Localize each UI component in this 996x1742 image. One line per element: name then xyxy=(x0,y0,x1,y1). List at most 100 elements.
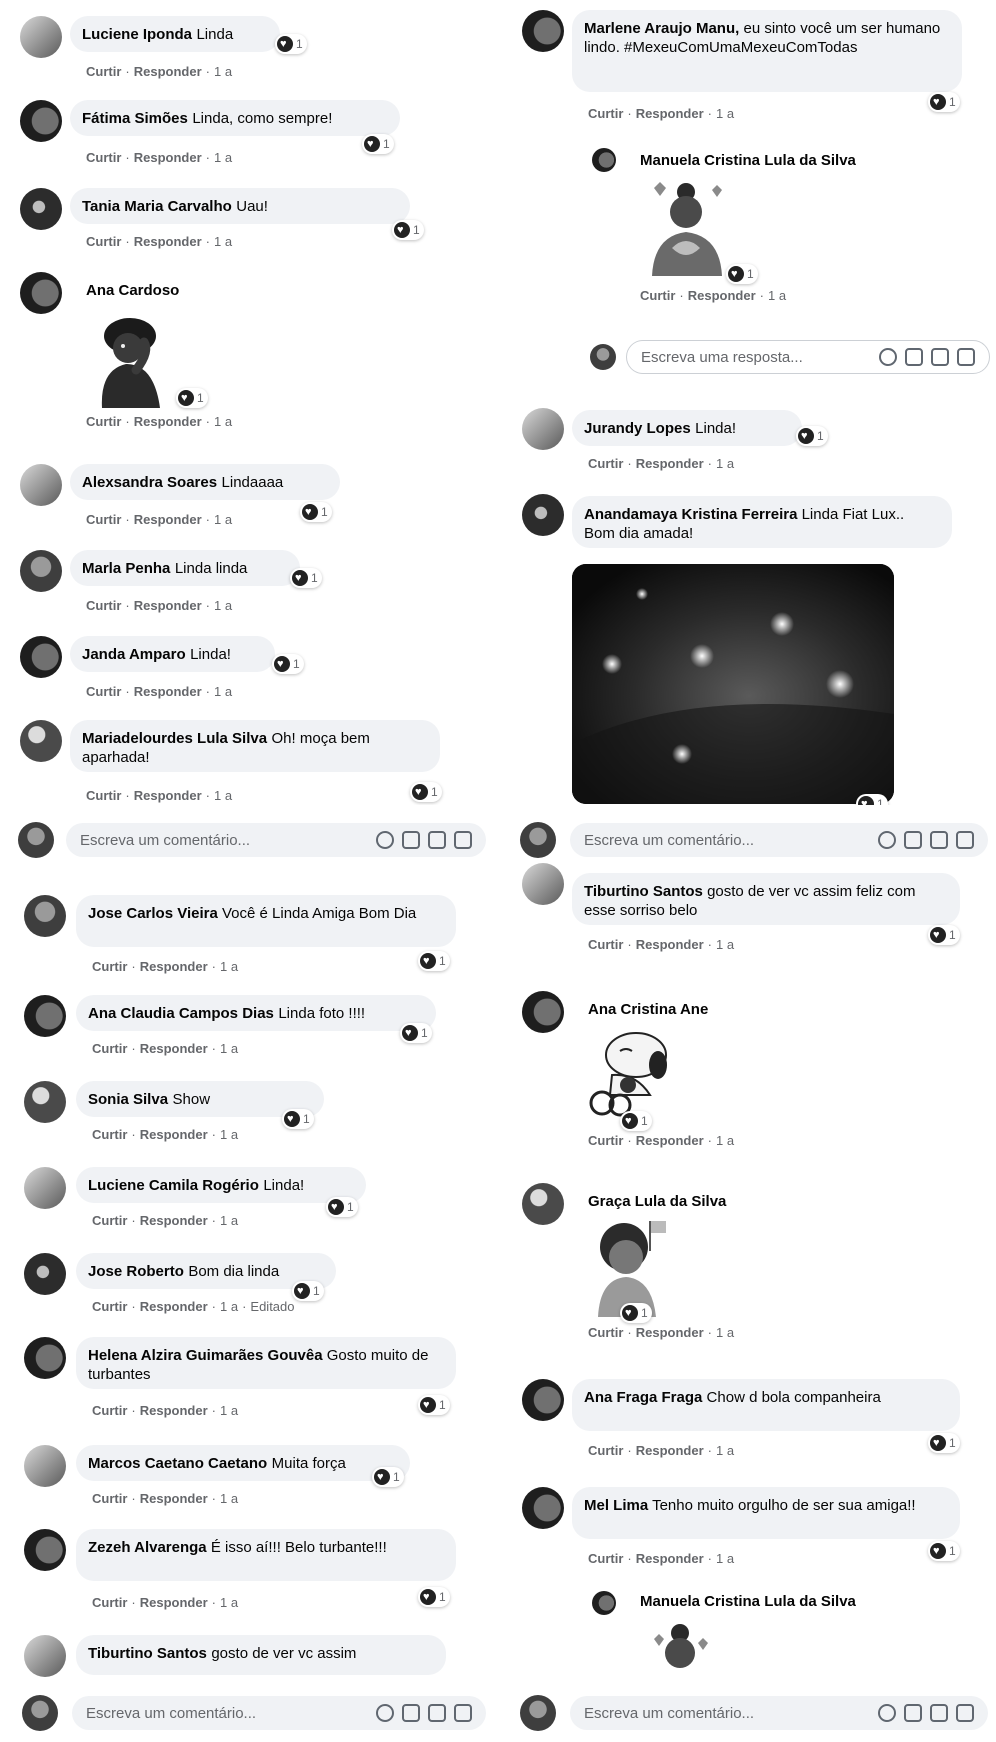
reaction-badge[interactable]: 1 xyxy=(176,388,208,408)
commenter-name[interactable]: Janda Amparo xyxy=(82,646,186,663)
reaction-badge[interactable]: 1 xyxy=(400,1023,432,1043)
reaction-badge[interactable]: 1 xyxy=(282,1109,314,1129)
camera-icon[interactable] xyxy=(905,348,923,366)
emoji-icon[interactable] xyxy=(376,1704,394,1722)
like-link[interactable]: Curtir xyxy=(86,414,121,429)
reaction-badge[interactable]: 1 xyxy=(928,925,960,945)
timestamp[interactable]: 1 a xyxy=(220,1213,238,1228)
reaction-badge[interactable]: 1 xyxy=(928,1433,960,1453)
emoji-icon[interactable] xyxy=(879,348,897,366)
gif-icon[interactable] xyxy=(930,831,948,849)
avatar[interactable] xyxy=(24,895,66,937)
commenter-name[interactable]: Sonia Silva xyxy=(88,1091,168,1108)
avatar[interactable] xyxy=(20,188,62,230)
reply-link[interactable]: Responder xyxy=(140,1041,208,1056)
avatar[interactable] xyxy=(24,1167,66,1209)
like-link[interactable]: Curtir xyxy=(86,512,121,527)
reaction-badge[interactable]: 1 xyxy=(928,92,960,112)
like-link[interactable]: Curtir xyxy=(588,1443,623,1458)
avatar[interactable] xyxy=(24,1529,66,1571)
reply-link[interactable]: Responder xyxy=(636,1325,704,1340)
like-link[interactable]: Curtir xyxy=(86,150,121,165)
emoji-icon[interactable] xyxy=(878,1704,896,1722)
commenter-name[interactable]: Graça Lula da Silva xyxy=(588,1193,726,1210)
camera-icon[interactable] xyxy=(402,1704,420,1722)
like-link[interactable]: Curtir xyxy=(92,1213,127,1228)
timestamp[interactable]: 1 a xyxy=(220,1299,238,1314)
emoji-icon[interactable] xyxy=(376,831,394,849)
avatar[interactable] xyxy=(522,10,564,52)
reaction-badge[interactable]: 1 xyxy=(418,1587,450,1607)
like-link[interactable]: Curtir xyxy=(86,598,121,613)
reply-link[interactable]: Responder xyxy=(636,456,704,471)
commenter-name[interactable]: Ana Cristina Ane xyxy=(588,1001,708,1018)
timestamp[interactable]: 1 a xyxy=(716,937,734,952)
timestamp[interactable]: 1 a xyxy=(716,456,734,471)
like-link[interactable]: Curtir xyxy=(92,1403,127,1418)
avatar[interactable] xyxy=(20,100,62,142)
commenter-name[interactable]: Tiburtino Santos xyxy=(584,883,703,900)
commenter-name[interactable]: Jose Roberto xyxy=(88,1263,184,1280)
avatar[interactable] xyxy=(522,1487,564,1529)
like-link[interactable]: Curtir xyxy=(86,64,121,79)
reply-link[interactable]: Responder xyxy=(134,684,202,699)
commenter-name[interactable]: Luciene Camila Rogério xyxy=(88,1177,259,1194)
reaction-badge[interactable]: 1 xyxy=(620,1111,652,1131)
avatar[interactable] xyxy=(20,272,62,314)
reply-link[interactable]: Responder xyxy=(140,1595,208,1610)
commenter-name[interactable]: Luciene Iponda xyxy=(82,26,192,43)
avatar[interactable] xyxy=(522,1183,564,1225)
reaction-badge[interactable]: 1 xyxy=(290,568,322,588)
reply-link[interactable]: Responder xyxy=(134,234,202,249)
timestamp[interactable]: 1 a xyxy=(220,1127,238,1142)
camera-icon[interactable] xyxy=(904,831,922,849)
commenter-name[interactable]: Zezeh Alvarenga xyxy=(88,1539,207,1556)
timestamp[interactable]: 1 a xyxy=(220,1403,238,1418)
reply-input[interactable]: Escreva uma resposta... xyxy=(626,340,990,374)
timestamp[interactable]: 1 a xyxy=(768,288,786,303)
timestamp[interactable]: 1 a xyxy=(214,598,232,613)
avatar[interactable] xyxy=(22,1695,58,1731)
timestamp[interactable]: 1 a xyxy=(214,64,232,79)
commenter-name[interactable]: Ana Fraga Fraga xyxy=(584,1389,702,1406)
reply-link[interactable]: Responder xyxy=(636,106,704,121)
avatar[interactable] xyxy=(24,1635,66,1677)
edited-label[interactable]: Editado xyxy=(250,1299,294,1314)
comment-photo[interactable] xyxy=(572,564,894,804)
commenter-name[interactable]: Anandamaya Kristina Ferreira xyxy=(584,506,797,523)
comment-input[interactable]: Escreva um comentário... xyxy=(570,1696,988,1730)
timestamp[interactable]: 1 a xyxy=(220,1041,238,1056)
reaction-badge[interactable]: 1 xyxy=(362,134,394,154)
commenter-name[interactable]: Mel Lima xyxy=(584,1497,648,1514)
reaction-badge[interactable]: 1 xyxy=(410,782,442,802)
reply-link[interactable]: Responder xyxy=(688,288,756,303)
avatar[interactable] xyxy=(522,494,564,536)
commenter-name[interactable]: Jurandy Lopes xyxy=(584,420,691,437)
avatar[interactable] xyxy=(590,344,616,370)
comment-input[interactable]: Escreva um comentário... xyxy=(72,1696,486,1730)
avatar[interactable] xyxy=(20,636,62,678)
reaction-badge[interactable]: 1 xyxy=(418,1395,450,1415)
timestamp[interactable]: 1 a xyxy=(214,684,232,699)
reaction-badge[interactable]: 1 xyxy=(620,1303,652,1323)
commenter-name[interactable]: Ana Claudia Campos Dias xyxy=(88,1005,274,1022)
commenter-name[interactable]: Tania Maria Carvalho xyxy=(82,198,232,215)
commenter-name[interactable]: Marcos Caetano Caetano xyxy=(88,1455,267,1472)
like-link[interactable]: Curtir xyxy=(588,456,623,471)
reply-link[interactable]: Responder xyxy=(134,414,202,429)
reaction-badge[interactable]: 1 xyxy=(856,794,888,805)
sticker-icon[interactable] xyxy=(454,1704,472,1722)
commenter-name[interactable]: Helena Alzira Guimarães Gouvêa xyxy=(88,1347,323,1364)
commenter-name[interactable]: Mariadelourdes Lula Silva xyxy=(82,730,267,747)
reaction-badge[interactable]: 1 xyxy=(418,951,450,971)
avatar[interactable] xyxy=(24,1253,66,1295)
timestamp[interactable]: 1 a xyxy=(220,959,238,974)
like-link[interactable]: Curtir xyxy=(86,684,121,699)
like-link[interactable]: Curtir xyxy=(92,1127,127,1142)
timestamp[interactable]: 1 a xyxy=(214,788,232,803)
sticker-icon[interactable] xyxy=(956,1704,974,1722)
avatar[interactable] xyxy=(520,1695,556,1731)
reply-link[interactable]: Responder xyxy=(134,64,202,79)
avatar[interactable] xyxy=(24,1081,66,1123)
avatar[interactable] xyxy=(20,16,62,58)
